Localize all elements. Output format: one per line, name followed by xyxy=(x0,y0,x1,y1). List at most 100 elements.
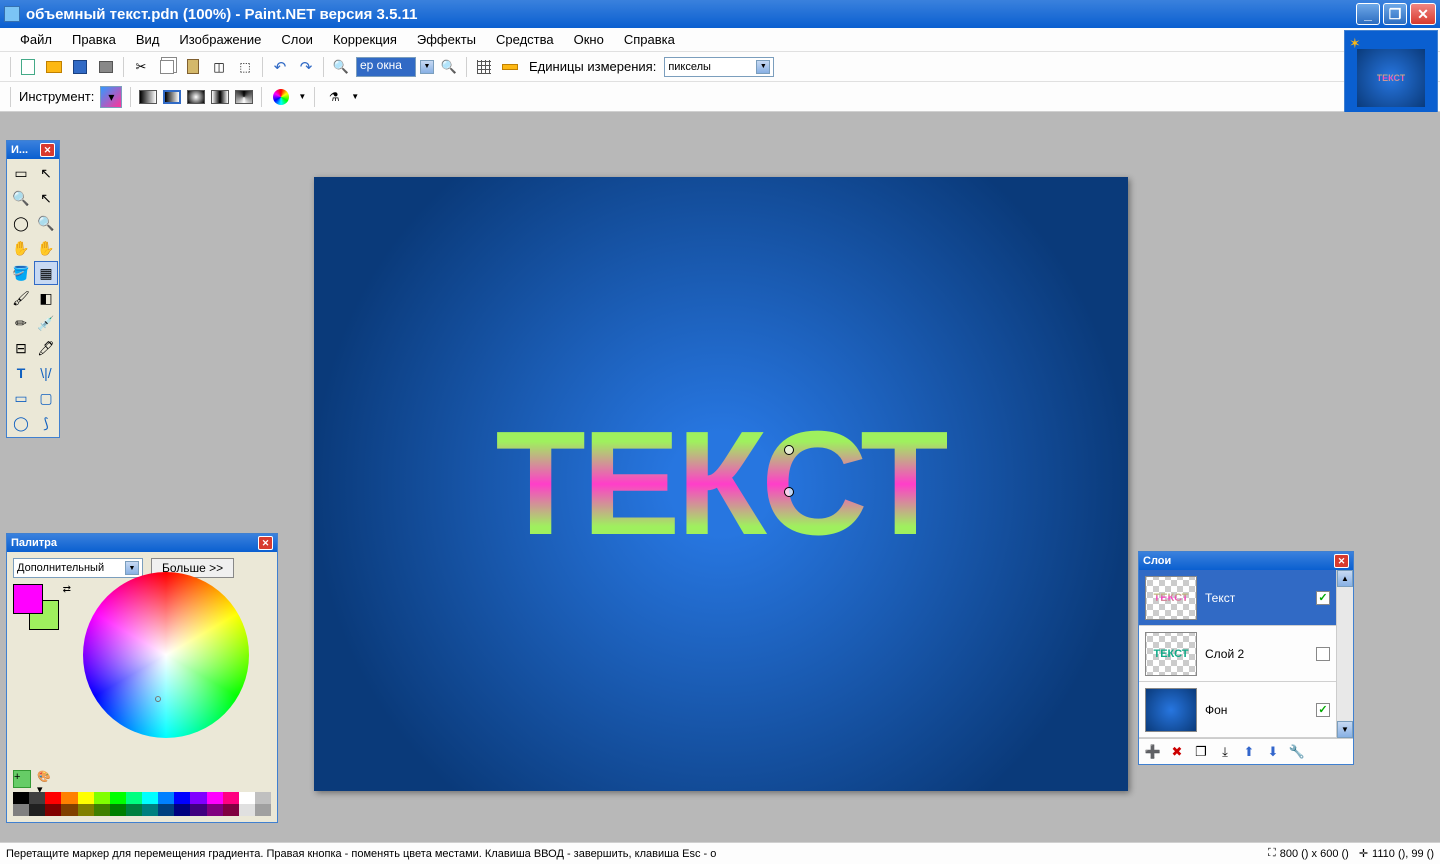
color-cell[interactable] xyxy=(13,804,29,816)
color-cell[interactable] xyxy=(239,804,255,816)
units-dropdown-arrow[interactable]: ▼ xyxy=(756,60,770,74)
color-cell[interactable] xyxy=(126,804,142,816)
ellipse-tool[interactable]: ◯ xyxy=(9,411,33,435)
layers-scrollbar[interactable]: ▲ ▼ xyxy=(1336,570,1353,738)
grid-button[interactable] xyxy=(473,56,495,78)
color-cell[interactable] xyxy=(94,804,110,816)
redo-button[interactable]: ↷ xyxy=(295,56,317,78)
move-selection-tool[interactable]: ↖ xyxy=(34,186,58,210)
color-cell[interactable] xyxy=(174,792,190,804)
tools-panel-title[interactable]: И... ✕ xyxy=(7,141,59,159)
layer-row[interactable]: ТЕКСТ Текст ✓ xyxy=(1139,570,1336,626)
color-cell[interactable] xyxy=(158,804,174,816)
color-cell[interactable] xyxy=(61,804,77,816)
move-layer-up-button[interactable]: ⬆ xyxy=(1239,742,1259,762)
rect-select-tool[interactable]: ▭ xyxy=(9,161,33,185)
primary-color-swatch[interactable] xyxy=(13,584,43,614)
eraser-tool[interactable]: ◧ xyxy=(34,286,58,310)
color-cell[interactable] xyxy=(61,792,77,804)
layer-properties-button[interactable]: 🔧 xyxy=(1287,742,1307,762)
menu-image[interactable]: Изображение xyxy=(169,29,271,50)
units-select[interactable]: пикселы ▼ xyxy=(664,57,774,77)
open-button[interactable] xyxy=(43,56,65,78)
color-cell[interactable] xyxy=(223,792,239,804)
merge-layer-button[interactable]: ⤓ xyxy=(1215,742,1235,762)
text-tool[interactable]: T xyxy=(9,361,33,385)
clone-stamp-tool[interactable]: ⊟ xyxy=(9,336,33,360)
color-cell[interactable] xyxy=(110,792,126,804)
menu-view[interactable]: Вид xyxy=(126,29,170,50)
gradient-handle-end[interactable] xyxy=(784,487,794,497)
freeform-tool[interactable]: ⟆ xyxy=(34,411,58,435)
color-cell[interactable] xyxy=(158,792,174,804)
layer-row[interactable]: ТЕКСТ Слой 2 xyxy=(1139,626,1336,682)
palette-mode-select[interactable]: Дополнительный ▼ xyxy=(13,558,143,578)
ellipse-select-tool[interactable]: ◯ xyxy=(9,211,33,235)
color-cell[interactable] xyxy=(110,804,126,816)
magic-wand-tool[interactable]: ✋ xyxy=(9,236,33,260)
color-mode-button[interactable] xyxy=(270,86,292,108)
blend-mode-arrow[interactable]: ▼ xyxy=(351,92,359,101)
layer-visibility-checkbox[interactable]: ✓ xyxy=(1316,591,1330,605)
canvas[interactable]: ТЕКСТ xyxy=(314,177,1128,791)
scroll-up-icon[interactable]: ▲ xyxy=(1337,570,1353,587)
layer-row[interactable]: Фон ✓ xyxy=(1139,682,1336,738)
color-cell[interactable] xyxy=(94,792,110,804)
minimize-button[interactable]: _ xyxy=(1356,3,1380,25)
new-button[interactable] xyxy=(17,56,39,78)
undo-button[interactable]: ↶ xyxy=(269,56,291,78)
color-cell[interactable] xyxy=(126,792,142,804)
print-button[interactable] xyxy=(95,56,117,78)
gradient-linear-icon[interactable] xyxy=(139,90,157,104)
color-cell[interactable] xyxy=(45,804,61,816)
rounded-rect-tool[interactable]: ▢ xyxy=(34,386,58,410)
menu-adjust[interactable]: Коррекция xyxy=(323,29,407,50)
color-cell[interactable] xyxy=(45,792,61,804)
color-cell[interactable] xyxy=(255,804,271,816)
color-cell[interactable] xyxy=(207,792,223,804)
paint-bucket-tool[interactable]: 🪣 xyxy=(9,261,33,285)
palette-menu-icon[interactable]: 🎨▾ xyxy=(37,770,55,788)
cut-button[interactable]: ✂ xyxy=(130,56,152,78)
menu-edit[interactable]: Правка xyxy=(62,29,126,50)
color-wheel-indicator[interactable] xyxy=(155,696,161,702)
color-cell[interactable] xyxy=(78,804,94,816)
gradient-diamond-icon[interactable] xyxy=(187,90,205,104)
menu-file[interactable]: Файл xyxy=(10,29,62,50)
zoom-tool[interactable]: 🔍 xyxy=(34,211,58,235)
delete-layer-button[interactable]: ✖ xyxy=(1167,742,1187,762)
color-mode-arrow[interactable]: ▼ xyxy=(298,92,306,101)
palette-panel-close-icon[interactable]: ✕ xyxy=(258,536,273,550)
gradient-radial-icon[interactable] xyxy=(211,90,229,104)
color-cell[interactable] xyxy=(223,804,239,816)
zoom-dropdown-arrow[interactable]: ▼ xyxy=(420,60,434,74)
layer-visibility-checkbox[interactable]: ✓ xyxy=(1316,703,1330,717)
menu-help[interactable]: Справка xyxy=(614,29,685,50)
color-wheel[interactable] xyxy=(83,572,249,738)
paintbrush-tool[interactable]: 🖌 xyxy=(9,286,33,310)
tools-panel-close-icon[interactable]: ✕ xyxy=(40,143,55,157)
color-cell[interactable] xyxy=(174,804,190,816)
gradient-conical-icon[interactable] xyxy=(235,90,253,104)
palette-mode-arrow[interactable]: ▼ xyxy=(125,561,139,575)
color-cell[interactable] xyxy=(239,792,255,804)
color-cell[interactable] xyxy=(78,792,94,804)
add-layer-button[interactable]: ➕ xyxy=(1143,742,1163,762)
color-cell[interactable] xyxy=(142,804,158,816)
close-button[interactable]: ✕ xyxy=(1410,3,1436,25)
color-cell[interactable] xyxy=(255,792,271,804)
line-tool[interactable]: \|/ xyxy=(34,361,58,385)
color-cell[interactable] xyxy=(207,804,223,816)
zoom-out-button[interactable]: 🔍 xyxy=(330,56,352,78)
blend-mode-button[interactable]: ⚗ xyxy=(323,86,345,108)
pencil-tool[interactable]: ✏ xyxy=(9,311,33,335)
paste-button[interactable] xyxy=(182,56,204,78)
gradient-handle-start[interactable] xyxy=(784,445,794,455)
layers-panel-title[interactable]: Слои ✕ xyxy=(1139,552,1353,570)
palette-panel-title[interactable]: Палитра ✕ xyxy=(7,534,277,552)
menu-layers[interactable]: Слои xyxy=(271,29,323,50)
crop-button[interactable]: ◫ xyxy=(208,56,230,78)
rectangle-tool[interactable]: ▭ xyxy=(9,386,33,410)
zoom-input[interactable]: ер окна xyxy=(356,57,416,77)
color-cell[interactable] xyxy=(13,792,29,804)
